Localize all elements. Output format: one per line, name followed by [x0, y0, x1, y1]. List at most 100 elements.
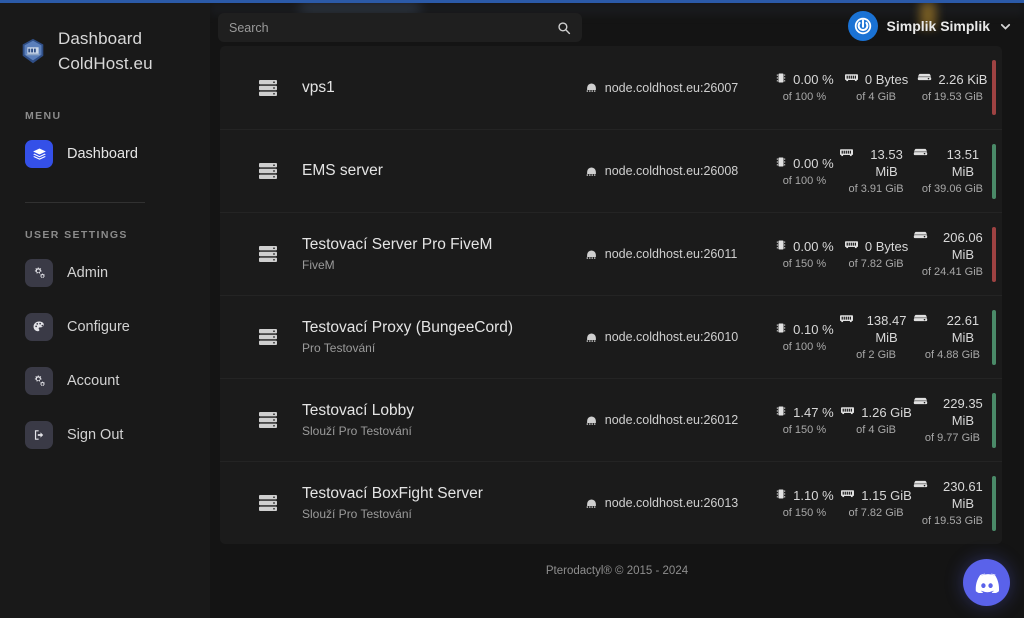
brand-line-2: ColdHost.eu — [58, 54, 153, 73]
disk-limit: of 39.06 GiB — [921, 183, 983, 195]
app-root: Dashboard ColdHost.eu MENU Dashboard USE… — [0, 0, 1024, 618]
disk-value: 206.06 MiB — [943, 230, 983, 262]
status-badge — [992, 144, 996, 199]
table-row[interactable]: EMS server node.coldhost.eu:26008 0.00 %… — [220, 129, 1002, 212]
server-meta: Testovací Proxy (BungeeCord) Pro Testová… — [302, 319, 585, 355]
memory-stat: 13.53 MiB of 3.91 GiB — [839, 146, 913, 196]
footer: Pterodactyl® © 2015 - 2024 — [545, 565, 689, 577]
user-settings-section-label: USER SETTINGS — [25, 229, 128, 241]
microchip-icon — [775, 321, 787, 335]
search-box[interactable] — [218, 13, 582, 42]
microchip-icon — [775, 487, 787, 501]
server-name: Testovací Proxy (BungeeCord) — [302, 319, 514, 336]
server-node: node.coldhost.eu:26012 — [585, 413, 770, 427]
server-meta: Testovací Server Pro FiveM FiveM — [302, 236, 585, 272]
server-description: Slouží Pro Testování — [302, 424, 412, 438]
table-row[interactable]: vps1 node.coldhost.eu:26007 0.00 % of 10… — [220, 46, 1002, 129]
sidebar-item-admin[interactable]: Admin — [0, 251, 210, 295]
network-node-icon — [585, 497, 598, 510]
cpu-limit: of 100 % — [782, 91, 827, 103]
table-row[interactable]: Testovací Proxy (BungeeCord) Pro Testová… — [220, 295, 1002, 378]
chevron-down-icon[interactable] — [999, 20, 1012, 33]
sidebar-item-account[interactable]: Account — [0, 359, 210, 403]
sidebar-item-configure[interactable]: Configure — [0, 305, 210, 349]
top-header: Simplik Simplik — [210, 0, 1024, 54]
user-name: Simplik Simplik — [886, 18, 990, 34]
node-address: node.coldhost.eu:26008 — [604, 164, 739, 178]
layers-icon — [25, 140, 53, 168]
sidebar-item-dashboard[interactable]: Dashboard — [0, 132, 210, 176]
memory-value: 0 Bytes — [864, 72, 909, 87]
cpu-stat: 0.00 % of 100 % — [770, 155, 840, 188]
memory-stat: 138.47 MiB of 2 GiB — [839, 312, 913, 362]
memory-limit: of 7.82 GiB — [848, 506, 904, 519]
disk-stat: 206.06 MiB of 24.41 GiB — [913, 229, 992, 279]
status-badge — [992, 393, 996, 448]
memory-stick-icon — [840, 487, 855, 500]
disk-value: 230.61 MiB — [943, 479, 983, 511]
discord-widget-button[interactable] — [963, 559, 1010, 606]
disk-limit: of 19.53 GiB — [921, 91, 983, 103]
sidebar-item-label: Dashboard — [67, 146, 138, 162]
cpu-limit: of 100 % — [782, 174, 827, 187]
memory-limit: of 4 GiB — [856, 423, 896, 436]
table-row[interactable]: Testovací BoxFight Server Slouží Pro Tes… — [220, 461, 1002, 544]
node-address: node.coldhost.eu:26011 — [604, 247, 738, 261]
disk-limit: of 9.77 GiB — [924, 432, 980, 444]
memory-value: 1.26 GiB — [861, 404, 912, 420]
memory-stick-icon — [839, 146, 854, 159]
search-icon[interactable] — [557, 21, 571, 35]
disk-value: 2.26 KiB — [938, 72, 988, 87]
table-row[interactable]: Testovací Server Pro FiveM FiveM node.co… — [220, 212, 1002, 295]
network-node-icon — [585, 414, 598, 427]
cpu-limit: of 150 % — [782, 257, 827, 270]
hard-drive-icon — [913, 478, 928, 490]
microchip-icon — [775, 404, 787, 418]
memory-value: 13.53 MiB — [870, 147, 903, 179]
server-name: Testovací Server Pro FiveM — [302, 236, 493, 253]
status-badge — [992, 60, 996, 115]
memory-stat: 0 Bytes of 4 GiB — [839, 71, 913, 104]
server-meta: vps1 — [302, 79, 585, 97]
sidebar-item-label: Sign Out — [67, 427, 124, 443]
node-address: node.coldhost.eu:26010 — [604, 330, 739, 344]
search-input[interactable] — [229, 20, 557, 35]
cpu-value: 0.10 % — [793, 321, 834, 337]
memory-value: 0 Bytes — [864, 238, 909, 254]
cpu-stat: 1.10 % of 150 % — [770, 487, 840, 520]
server-node: node.coldhost.eu:26008 — [585, 164, 770, 178]
brand-line-1: Dashboard — [58, 29, 143, 48]
top-accent-bar — [0, 0, 1024, 3]
server-node: node.coldhost.eu:26010 — [585, 330, 770, 344]
cpu-value: 1.10 % — [793, 487, 834, 503]
sidebar-item-sign-out[interactable]: Sign Out — [0, 413, 210, 457]
brand[interactable]: Dashboard ColdHost.eu — [0, 0, 210, 76]
coldhost-emblem-icon — [18, 36, 48, 66]
memory-limit: of 2 GiB — [856, 349, 896, 361]
cogs-icon — [25, 367, 53, 395]
server-node: node.coldhost.eu:26013 — [585, 496, 770, 510]
table-row[interactable]: Testovací Lobby Slouží Pro Testování nod… — [220, 378, 1002, 461]
server-name: EMS server — [302, 162, 383, 179]
memory-stick-icon — [840, 404, 855, 417]
disk-stat: 2.26 KiB of 19.53 GiB — [913, 71, 992, 104]
server-meta: EMS server — [302, 162, 585, 180]
server-node: node.coldhost.eu:26007 — [585, 81, 770, 95]
memory-stat: 1.26 GiB of 4 GiB — [839, 404, 913, 437]
user-menu[interactable]: Simplik Simplik — [847, 11, 1012, 41]
server-rack-icon — [248, 76, 288, 100]
cpu-value: 1.47 % — [793, 404, 834, 420]
node-address: node.coldhost.eu:26012 — [604, 413, 739, 427]
cpu-value: 0.00 % — [793, 155, 834, 171]
disk-value: 22.61 MiB — [946, 313, 980, 345]
cpu-limit: of 100 % — [782, 340, 827, 353]
server-name: Testovací Lobby — [302, 402, 415, 419]
server-name: vps1 — [302, 78, 335, 96]
memory-limit: of 3.91 GiB — [848, 183, 904, 195]
memory-stat: 0 Bytes of 7.82 GiB — [839, 238, 913, 271]
status-badge — [992, 227, 996, 282]
disk-stat: 22.61 MiB of 4.88 GiB — [913, 312, 992, 362]
cpu-limit: of 150 % — [782, 506, 827, 519]
server-rack-icon — [248, 242, 288, 266]
disk-limit: of 19.53 GiB — [921, 515, 983, 527]
